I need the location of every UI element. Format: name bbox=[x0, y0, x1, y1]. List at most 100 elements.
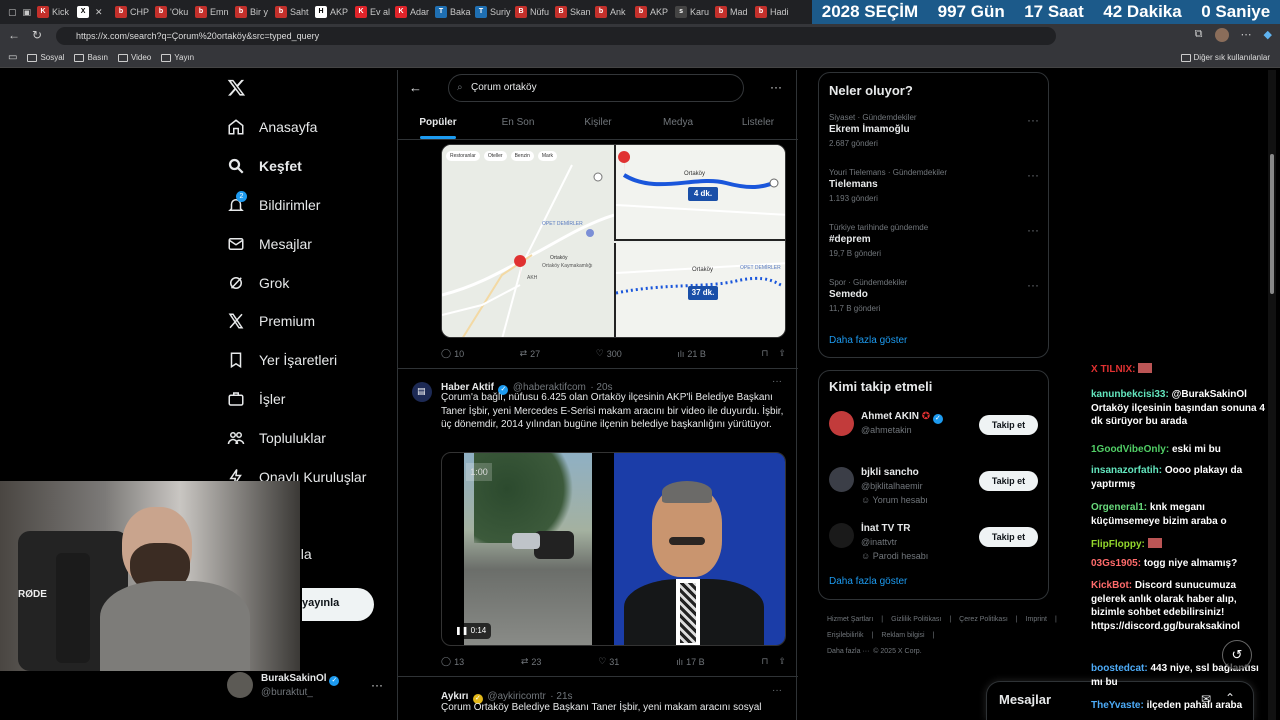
nav-item-search[interactable]: Keşfet bbox=[227, 151, 302, 181]
follow-suggestion[interactable]: bjkli sancho @bjklitalhaemir ☺ Yorum hesab… bbox=[819, 465, 1048, 515]
footer-link[interactable]: Hizmet Şartları bbox=[827, 612, 873, 628]
browser-tab[interactable]: b 'Oku bbox=[152, 0, 192, 24]
browser-tab[interactable]: T Suriy bbox=[472, 0, 512, 24]
reload-icon[interactable]: ↻ bbox=[32, 28, 42, 42]
browser-tab[interactable]: b Hadi bbox=[752, 0, 792, 24]
follow-suggestion[interactable]: Ahmet AKIN ✪ ✓ @ahmetakin Takip et bbox=[819, 409, 1048, 459]
window-menu-icon[interactable]: ▢ bbox=[0, 0, 20, 24]
retweet-button[interactable]: ⇄ 27 bbox=[520, 348, 541, 359]
browser-tab[interactable]: b AKP bbox=[632, 0, 672, 24]
retweet-button[interactable]: ⇄ 23 bbox=[521, 656, 542, 667]
tweet-more-icon[interactable]: ··· bbox=[772, 685, 782, 696]
tab-0[interactable]: Popüler bbox=[398, 110, 478, 139]
bookmark-folder[interactable]: Video bbox=[117, 53, 151, 62]
nav-item-bookmark[interactable]: Yer İşaretleri bbox=[227, 345, 337, 375]
browser-tab[interactable]: X ✕ bbox=[74, 0, 112, 24]
browser-tab[interactable]: b Emn bbox=[192, 0, 232, 24]
other-bookmarks[interactable]: Diğer sık kullanılanlar bbox=[1180, 53, 1270, 62]
tweet-video[interactable]: 1:00 ❚❚ 0:14 bbox=[441, 452, 786, 646]
back-arrow-icon[interactable]: ← bbox=[8, 28, 20, 42]
browser-tab[interactable]: K Ev al bbox=[352, 0, 392, 24]
trend-more-icon[interactable]: ··· bbox=[1027, 223, 1039, 237]
browser-tab[interactable]: b CHP bbox=[112, 0, 152, 24]
trend-more-icon[interactable]: ··· bbox=[1027, 278, 1039, 292]
video-progress-time[interactable]: ❚❚ 0:14 bbox=[450, 623, 492, 639]
trend-item[interactable]: Siyaset · Gündemdekiler Ekrem İmamoğlu 2.6… bbox=[829, 113, 1039, 161]
footer-link[interactable]: Gizlilik Politikası bbox=[891, 612, 941, 628]
avatar[interactable]: ▤ bbox=[412, 382, 432, 402]
refresh-icon[interactable]: ↺ bbox=[1222, 640, 1252, 670]
trend-item[interactable]: Türkiye tarihinde gündemde #deprem 19,7 B … bbox=[829, 223, 1039, 271]
like-button[interactable]: ♡ 300 bbox=[596, 348, 622, 359]
nav-item-grok[interactable]: Grok bbox=[227, 268, 289, 298]
browser-tab[interactable]: b Mad bbox=[712, 0, 752, 24]
views-button[interactable]: ılı 17 B bbox=[676, 656, 705, 667]
footer-link[interactable]: Çerez Politikası bbox=[959, 612, 1008, 628]
browser-tab[interactable]: b Ank bbox=[592, 0, 632, 24]
tweet-actions: ◯ 13 ⇄ 23 ♡ 31 ılı 17 B ⊓ ⇪ bbox=[441, 656, 786, 667]
back-arrow-icon[interactable]: ← bbox=[409, 80, 422, 95]
tab-1[interactable]: En Son bbox=[478, 110, 558, 139]
follow-show-more[interactable]: Daha fazla göster bbox=[829, 576, 907, 587]
footer-more[interactable]: Daha fazla ··· bbox=[827, 648, 869, 655]
profile-avatar[interactable] bbox=[1214, 28, 1229, 42]
follow-suggestion[interactable]: İnat TV TR @inattvtr ☺ Parodi hesabı Takip … bbox=[819, 521, 1048, 571]
bookmark-menu-icon[interactable]: ▭ bbox=[8, 52, 17, 63]
follow-button[interactable]: Takip et bbox=[979, 471, 1038, 491]
browser-tab[interactable]: b Bir y bbox=[232, 0, 272, 24]
browser-menu-icon[interactable]: ⋯ bbox=[1241, 28, 1252, 42]
browser-tab[interactable]: H AKP bbox=[312, 0, 352, 24]
account-switcher[interactable]: BurakSakinOl ✓ @buraktut_ ··· bbox=[227, 672, 387, 702]
views-button[interactable]: ılı 21 B bbox=[677, 348, 706, 359]
nav-item-mail[interactable]: Mesajlar bbox=[227, 229, 312, 259]
url-field[interactable]: https://x.com/search?q=Çorum%20ortaköy&s… bbox=[56, 27, 1056, 45]
x-logo[interactable] bbox=[227, 78, 246, 102]
browser-tab[interactable]: T Baka bbox=[432, 0, 472, 24]
scrollbar-thumb[interactable] bbox=[1270, 154, 1274, 294]
post-button[interactable]: yayınla bbox=[302, 588, 374, 621]
trend-item[interactable]: Youri Tielemans · Gündemdekiler Tielemans… bbox=[829, 168, 1039, 216]
follow-button[interactable]: Takip et bbox=[979, 527, 1038, 547]
tab-list-icon[interactable]: ▣ bbox=[20, 0, 35, 24]
bookmark-folder[interactable]: Sosyal bbox=[27, 53, 64, 62]
tab-3[interactable]: Medya bbox=[638, 110, 718, 139]
bookmark-icon[interactable]: ⊓ bbox=[761, 656, 768, 667]
search-input[interactable]: ⌕ Çorum ortaköy bbox=[448, 74, 744, 102]
nav-item-bell[interactable]: 2 Bildirimler bbox=[227, 190, 320, 220]
reply-button[interactable]: ◯ 10 bbox=[441, 348, 464, 359]
favicon-icon: H bbox=[315, 6, 328, 18]
browser-tab[interactable]: B Nüfu bbox=[512, 0, 552, 24]
tab-4[interactable]: Listeler bbox=[718, 110, 798, 139]
trend-item[interactable]: Spor · Gündemdekiler Semedo 11,7 B gönderi… bbox=[829, 278, 1039, 326]
nav-item-people[interactable]: Topluluklar bbox=[227, 423, 326, 453]
browser-tab[interactable]: K Kick bbox=[34, 0, 74, 24]
reply-button[interactable]: ◯ 13 bbox=[441, 656, 464, 667]
close-tab-icon[interactable]: ✕ bbox=[95, 7, 103, 18]
browser-tab[interactable]: K Adar bbox=[392, 0, 432, 24]
more-options-icon[interactable]: ··· bbox=[770, 80, 782, 94]
share-icon[interactable]: ⇪ bbox=[778, 656, 786, 667]
browser-tab[interactable]: b Saht bbox=[272, 0, 312, 24]
bookmark-folder[interactable]: Basın bbox=[74, 53, 108, 62]
tweet-more-icon[interactable]: ··· bbox=[772, 376, 782, 387]
follow-button[interactable]: Takip et bbox=[979, 415, 1038, 435]
footer-link[interactable]: Reklam bilgisi bbox=[881, 628, 924, 644]
footer-link[interactable]: Erişilebilirlik bbox=[827, 628, 864, 644]
bookmark-folder[interactable]: Yayın bbox=[161, 53, 194, 62]
map-media[interactable]: Restoranlar Oteller Benzin Mark OPET DEMİRL… bbox=[441, 144, 786, 338]
nav-item-x[interactable]: Premium bbox=[227, 306, 315, 336]
browser-tab[interactable]: B Skan bbox=[552, 0, 592, 24]
bookmark-icon[interactable]: ⊓ bbox=[761, 348, 768, 359]
extensions-icon[interactable]: ⧉ bbox=[1195, 28, 1203, 42]
trend-more-icon[interactable]: ··· bbox=[1027, 168, 1039, 182]
trends-show-more[interactable]: Daha fazla göster bbox=[829, 335, 907, 346]
share-icon[interactable]: ⇪ bbox=[778, 348, 786, 359]
browser-tab[interactable]: s Karu bbox=[672, 0, 712, 24]
copilot-icon[interactable]: ◆ bbox=[1264, 28, 1272, 42]
nav-item-home[interactable]: Anasayfa bbox=[227, 112, 317, 142]
tab-2[interactable]: Kişiler bbox=[558, 110, 638, 139]
footer-link[interactable]: Imprint bbox=[1026, 612, 1047, 628]
nav-item-briefcase[interactable]: İşler bbox=[227, 384, 285, 414]
trend-more-icon[interactable]: ··· bbox=[1027, 113, 1039, 127]
like-button[interactable]: ♡ 31 bbox=[598, 656, 619, 667]
